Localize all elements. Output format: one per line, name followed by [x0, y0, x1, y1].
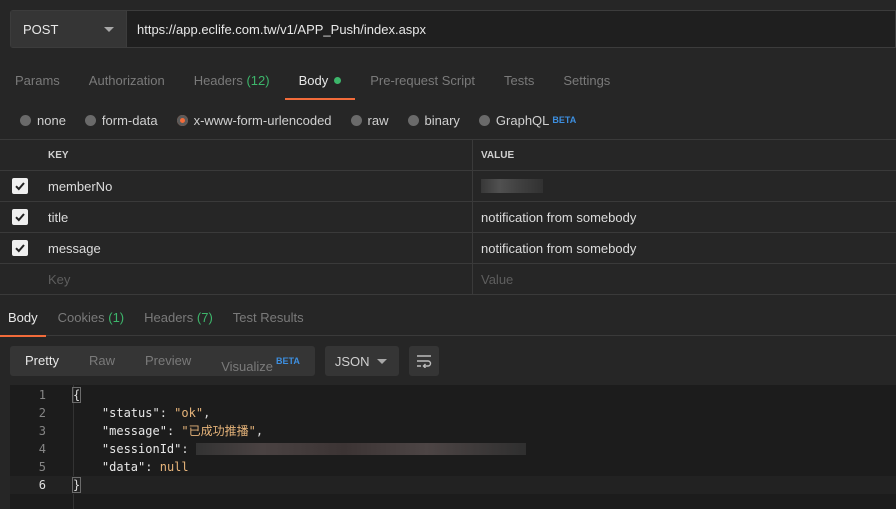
checkbox[interactable] [12, 240, 28, 256]
radio-circle-icon [350, 114, 362, 126]
radio-graphql[interactable]: GraphQL BETA [478, 113, 577, 128]
line-number: 6 [38, 478, 46, 492]
beta-badge: BETA [552, 115, 577, 125]
tab-cookies[interactable]: Cookies (1) [58, 300, 124, 336]
chevron-down-icon [104, 26, 114, 32]
view-visualize-button[interactable]: Visualize BETA [206, 346, 315, 376]
response-body-editor[interactable]: 1 { 2 "status": "ok", 3 "message": "已成功推… [10, 385, 896, 509]
tab-test-results[interactable]: Test Results [233, 300, 304, 336]
table-header: KEY VALUE [0, 140, 896, 171]
tab-params[interactable]: Params [15, 62, 60, 100]
code-line: 3 "message": "已成功推播", [10, 422, 896, 440]
line-number: 3 [38, 424, 46, 438]
method-label: POST [23, 21, 59, 37]
key-cell[interactable]: memberNo [40, 171, 473, 201]
chevron-down-icon [376, 358, 387, 364]
radio-none[interactable]: none [20, 113, 66, 128]
url-input[interactable]: https://app.eclife.com.tw/v1/APP_Push/in… [127, 11, 895, 47]
tab-tests[interactable]: Tests [504, 62, 534, 100]
checkmark-icon [15, 182, 25, 191]
wrap-lines-icon [416, 355, 432, 368]
checkmark-icon [15, 244, 25, 253]
method-select[interactable]: POST [11, 11, 127, 47]
tab-authorization[interactable]: Authorization [89, 62, 165, 100]
tab-body[interactable]: Body [284, 62, 355, 100]
code-line: 2 "status": "ok", [10, 404, 896, 422]
code-line-current: 6 } [10, 476, 896, 494]
radio-form-data[interactable]: form-data [84, 113, 158, 128]
body-type-selector: none form-data x-www-form-urlencoded raw… [0, 101, 896, 139]
radio-x-www-form-urlencoded[interactable]: x-www-form-urlencoded [176, 113, 332, 128]
key-cell[interactable]: message [40, 233, 473, 263]
tab-headers[interactable]: Headers (12) [194, 62, 270, 100]
line-number: 4 [38, 442, 46, 456]
key-value-table: KEY VALUE memberNo title notification fr… [0, 139, 896, 295]
code-line: 4 "sessionId": [10, 440, 896, 458]
checkbox[interactable] [12, 178, 28, 194]
tab-response-body[interactable]: Body [0, 300, 46, 337]
key-cell[interactable]: title [40, 202, 473, 232]
response-view-bar: Pretty Raw Preview Visualize BETA JSON [10, 346, 439, 376]
new-key-input[interactable]: Key [40, 264, 473, 294]
tab-response-headers[interactable]: Headers (7) [144, 300, 213, 336]
value-cell[interactable]: notification from somebody [473, 202, 896, 232]
checkmark-icon [15, 213, 25, 222]
request-tabs: Params Authorization Headers (12) Body P… [0, 62, 896, 100]
format-select[interactable]: JSON [324, 346, 399, 376]
tab-settings[interactable]: Settings [563, 62, 610, 100]
beta-badge: BETA [276, 356, 300, 366]
value-column-header: VALUE [481, 149, 515, 161]
headers-count: (12) [246, 73, 270, 88]
radio-circle-icon [20, 114, 31, 126]
radio-binary[interactable]: binary [407, 113, 460, 128]
view-preview-button[interactable]: Preview [130, 346, 206, 376]
radio-circle-icon [478, 114, 490, 126]
value-cell[interactable] [473, 171, 896, 201]
request-bar: POST https://app.eclife.com.tw/v1/APP_Pu… [10, 10, 896, 48]
radio-selected-icon [176, 114, 188, 126]
response-headers-count: (7) [196, 309, 213, 325]
table-row: memberNo [0, 171, 896, 202]
line-number: 1 [38, 388, 46, 402]
body-indicator-dot [334, 77, 342, 84]
view-mode-group: Pretty Raw Preview Visualize BETA [10, 346, 315, 376]
value-cell[interactable]: notification from somebody [473, 233, 896, 263]
radio-circle-icon [407, 114, 419, 126]
checkbox[interactable] [12, 209, 28, 225]
tab-pre-request-script[interactable]: Pre-request Script [370, 62, 475, 100]
response-tabs: Body Cookies (1) Headers (7) Test Result… [0, 300, 896, 337]
line-number: 2 [38, 406, 46, 420]
radio-circle-icon [84, 114, 96, 126]
code-line: 5 "data": null [10, 458, 896, 476]
new-value-input[interactable]: Value [473, 264, 896, 294]
redacted-value [195, 443, 526, 455]
wrap-lines-button[interactable] [408, 346, 439, 376]
key-column-header: KEY [40, 140, 473, 170]
table-row: message notification from somebody [0, 233, 896, 264]
code-line: 1 { [10, 386, 896, 404]
line-number: 5 [38, 460, 46, 474]
table-row-new: Key Value [0, 264, 896, 295]
view-raw-button[interactable]: Raw [74, 346, 130, 376]
radio-raw[interactable]: raw [350, 113, 389, 128]
url-text: https://app.eclife.com.tw/v1/APP_Push/in… [137, 21, 427, 37]
view-pretty-button[interactable]: Pretty [10, 346, 74, 376]
redacted-value [481, 179, 543, 193]
cookies-count: (1) [108, 309, 125, 325]
table-row: title notification from somebody [0, 202, 896, 233]
